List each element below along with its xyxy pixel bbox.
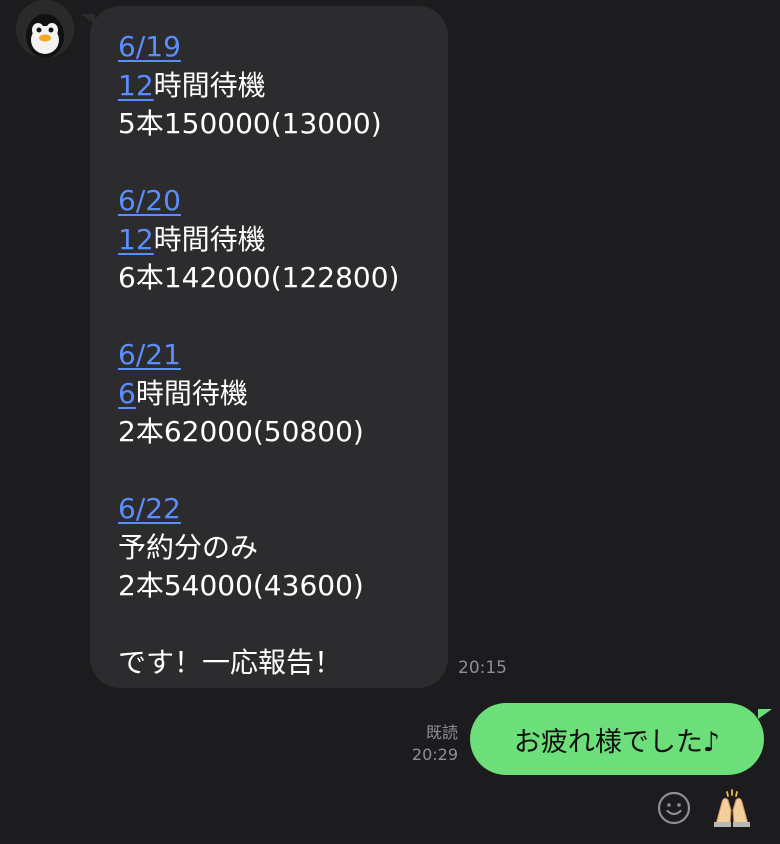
- read-receipt: 既読 20:29: [396, 722, 458, 766]
- message-line: です！一応報告！: [118, 646, 343, 679]
- message-line: 12時間待機: [118, 68, 266, 102]
- message-line: 5本150000(13000): [118, 107, 382, 140]
- read-label: 既読: [425, 723, 458, 742]
- penguin-avatar-icon[interactable]: [16, 0, 74, 58]
- incoming-message-bubble[interactable]: 6/19 12時間待機 5本150000(13000) 6/20 12時間待機 …: [81, 6, 448, 688]
- message-line: 予約分のみ: [118, 530, 259, 564]
- message-line: 12時間待機: [118, 222, 266, 256]
- date-link[interactable]: 6/22: [118, 490, 448, 529]
- message-line: 2本54000(43600): [118, 569, 364, 602]
- outgoing-message-text: お疲れ様でした♪: [513, 726, 721, 758]
- message-line: 2本62000(50800): [118, 415, 364, 448]
- chat-view: 6/19 12時間待機 5本150000(13000) 6/20 12時間待機 …: [0, 0, 780, 844]
- date-link[interactable]: 6/20: [118, 182, 448, 221]
- date-link[interactable]: 6/19: [118, 28, 448, 67]
- outgoing-timestamp: 20:29: [411, 745, 458, 764]
- message-line: 6本142000(122800): [118, 261, 400, 294]
- clapping-hands-icon[interactable]: [710, 788, 754, 828]
- number-link[interactable]: 6: [118, 377, 136, 410]
- smiley-face-icon[interactable]: [656, 790, 692, 826]
- incoming-timestamp: 20:15: [458, 658, 507, 678]
- date-link[interactable]: 6/21: [118, 336, 448, 375]
- number-link[interactable]: 12: [118, 223, 154, 256]
- message-line: 6時間待機: [118, 376, 248, 410]
- outgoing-message-bubble[interactable]: お疲れ様でした♪: [470, 703, 772, 775]
- number-link[interactable]: 12: [118, 69, 154, 102]
